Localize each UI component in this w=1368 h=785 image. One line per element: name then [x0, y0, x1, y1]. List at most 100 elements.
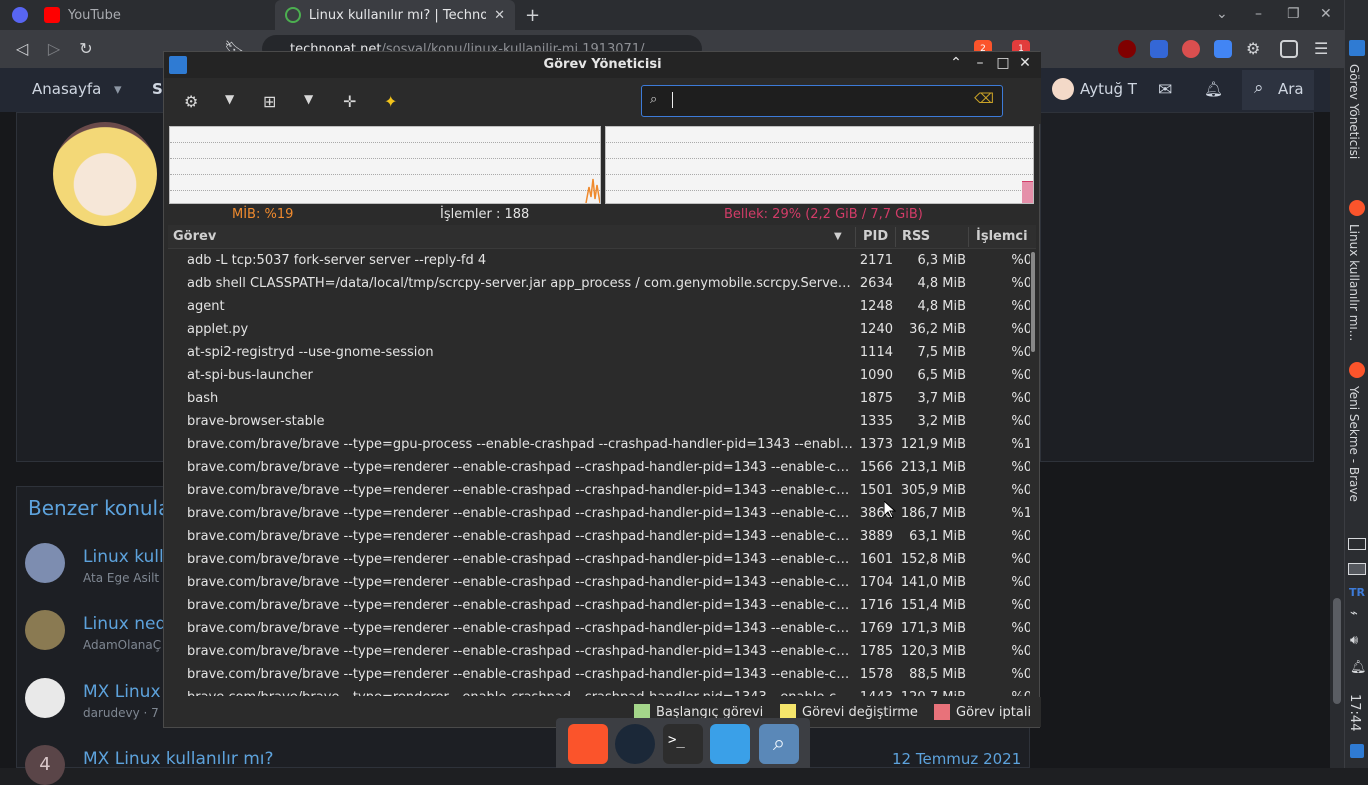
process-list-scrollbar[interactable]	[1031, 252, 1035, 352]
taskbar-window-linux[interactable]: Linux kullanılır mı...	[1347, 224, 1361, 341]
thread-avatar[interactable]: 4	[25, 745, 65, 785]
forward-icon[interactable]: ▷	[44, 39, 64, 59]
process-row[interactable]: brave.com/brave/brave --type=renderer --…	[168, 687, 1030, 696]
process-row[interactable]: brave.com/brave/brave --type=renderer --…	[168, 618, 1030, 641]
close-browser-button[interactable]: ✕	[1320, 6, 1332, 22]
tab-youtube[interactable]: YouTube	[34, 0, 274, 30]
column-separator[interactable]	[895, 227, 896, 247]
sort-descending-icon[interactable]: ▼	[834, 231, 842, 242]
steam-dock-icon[interactable]	[615, 724, 655, 764]
bitwarden-icon[interactable]	[1150, 40, 1168, 58]
thread-author[interactable]: AdamOlanaÇ	[83, 638, 161, 652]
nav-home-link[interactable]: Anasayfa	[32, 80, 101, 98]
close-window-icon[interactable]: ✕	[1017, 55, 1033, 71]
wallet-icon[interactable]	[1280, 40, 1298, 58]
maximize-window-icon[interactable]: □	[995, 55, 1011, 71]
thread-title-link[interactable]: Linux ned	[83, 614, 166, 634]
volume-icon[interactable]: 🔊︎	[1350, 633, 1358, 648]
nav-second-link[interactable]: S	[152, 80, 163, 98]
thread-avatar[interactable]	[25, 610, 65, 650]
process-row[interactable]: brave.com/brave/brave --type=renderer --…	[168, 595, 1030, 618]
column-pid[interactable]: PID	[863, 229, 888, 244]
process-row[interactable]: agent 1248 4,8 MiB %0	[168, 296, 1030, 319]
thread-title-link[interactable]: MX Linux kullanılır mı?	[83, 749, 274, 769]
thread-author[interactable]: darudevy · 7	[83, 706, 159, 720]
sparkle-icon[interactable]: ✦	[384, 92, 397, 111]
process-row[interactable]: brave.com/brave/brave --type=renderer --…	[168, 503, 1030, 526]
extension-glasses-icon[interactable]	[1182, 40, 1200, 58]
user-name-link[interactable]: Aytuğ T	[1080, 80, 1137, 98]
show-desktop-icon[interactable]	[1350, 744, 1364, 758]
reload-icon[interactable]: ↻	[76, 39, 96, 59]
column-cpu[interactable]: İşlemci	[976, 229, 1028, 244]
thread-avatar[interactable]	[25, 543, 65, 583]
tab-technopat[interactable]: Linux kullanılır mı? | Technop ✕	[275, 0, 515, 30]
network-icon[interactable]: ⌁	[1350, 606, 1358, 621]
shade-window-icon[interactable]: ⌃	[948, 55, 964, 71]
mail-icon[interactable]: ✉	[1158, 80, 1172, 100]
settings-dropdown-icon[interactable]: ▼	[225, 92, 234, 106]
process-search-input[interactable]: ⌕ ⌫	[641, 85, 1003, 117]
close-tab-icon[interactable]: ✕	[494, 8, 505, 23]
view-dropdown-icon[interactable]: ▼	[304, 92, 313, 106]
clear-search-icon[interactable]: ⌫	[974, 91, 994, 107]
notification-bell-icon[interactable]: 🔔︎	[1350, 660, 1367, 675]
select-window-crosshair-icon[interactable]: ✛	[343, 92, 356, 111]
task-manager-taskbar-icon[interactable]	[1349, 40, 1365, 56]
process-row[interactable]: brave.com/brave/brave --type=renderer --…	[168, 641, 1030, 664]
search-button[interactable]: ⌕ Ara	[1242, 70, 1314, 110]
bell-icon[interactable]: 🔔︎	[1204, 80, 1223, 98]
thread-title-link[interactable]: Linux kull	[83, 547, 164, 567]
nav-home-dropdown-icon[interactable]: ▾	[114, 80, 122, 98]
process-row[interactable]: brave.com/brave/brave --type=renderer --…	[168, 457, 1030, 480]
extensions-puzzle-icon[interactable]: ⚙	[1246, 40, 1264, 58]
process-row[interactable]: adb -L tcp:5037 fork-server server --rep…	[168, 250, 1030, 273]
task-manager-titlebar[interactable]: Görev Yöneticisi ⌃ – □ ✕	[164, 52, 1041, 78]
terminal-dock-icon[interactable]: >_	[663, 724, 703, 764]
brave-browser-dock-icon[interactable]	[568, 724, 608, 764]
process-row[interactable]: at-spi-bus-launcher 1090 6,5 MiB %0	[168, 365, 1030, 388]
workspace-2-icon[interactable]	[1348, 563, 1366, 575]
brave-taskbar-icon[interactable]	[1349, 362, 1365, 378]
column-task[interactable]: Görev	[173, 229, 216, 244]
column-separator[interactable]	[968, 227, 969, 247]
settings-gears-icon[interactable]: ⚙	[184, 92, 198, 111]
column-separator[interactable]	[855, 227, 856, 247]
thread-author[interactable]: Ata Ege Asilt	[83, 571, 159, 585]
process-row[interactable]: bash 1875 3,7 MiB %0	[168, 388, 1030, 411]
brave-taskbar-icon[interactable]	[1349, 200, 1365, 216]
clock[interactable]: 17:44	[1347, 694, 1362, 731]
minimize-window-icon[interactable]: –	[972, 55, 988, 71]
user-avatar[interactable]	[1052, 78, 1074, 100]
files-dock-icon[interactable]	[710, 724, 750, 764]
page-scrollbar-thumb[interactable]	[1333, 598, 1341, 704]
search-tool-dock-icon[interactable]: ⌕	[759, 724, 799, 764]
menu-icon[interactable]: ☰	[1314, 40, 1332, 58]
thread-avatar[interactable]	[25, 678, 65, 718]
taskbar-window-new-tab[interactable]: Yeni Sekme - Brave	[1347, 386, 1361, 502]
process-row[interactable]: brave-browser-stable 1335 3,2 MiB %0	[168, 411, 1030, 434]
back-icon[interactable]: ◁	[12, 39, 32, 59]
discord-pinned-tab-icon[interactable]	[12, 7, 28, 23]
ublock-icon[interactable]	[1118, 40, 1136, 58]
tab-list-chevron-icon[interactable]: ⌄	[1216, 6, 1228, 22]
workspace-1-icon[interactable]	[1348, 538, 1366, 550]
process-row[interactable]: brave.com/brave/brave --type=renderer --…	[168, 480, 1030, 503]
minimize-browser-button[interactable]: –	[1255, 6, 1262, 22]
keyboard-layout-indicator[interactable]: TR	[1349, 586, 1365, 599]
taskbar-window-task-manager[interactable]: Görev Yöneticisi	[1347, 64, 1361, 159]
process-row[interactable]: at-spi2-registryd --use-gnome-session 111…	[168, 342, 1030, 365]
process-row[interactable]: brave.com/brave/brave --type=gpu-process…	[168, 434, 1030, 457]
column-rss[interactable]: RSS	[902, 229, 930, 244]
process-row[interactable]: brave.com/brave/brave --type=renderer --…	[168, 526, 1030, 549]
new-tab-button[interactable]: +	[525, 5, 540, 26]
process-row[interactable]: brave.com/brave/brave --type=renderer --…	[168, 572, 1030, 595]
process-row[interactable]: brave.com/brave/brave --type=renderer --…	[168, 664, 1030, 687]
thread-title-link[interactable]: MX Linux	[83, 682, 161, 702]
process-row[interactable]: applet.py 1240 36,2 MiB %0	[168, 319, 1030, 342]
translate-icon[interactable]	[1214, 40, 1232, 58]
restore-browser-button[interactable]: ❐	[1287, 6, 1300, 22]
process-row[interactable]: adb shell CLASSPATH=/data/local/tmp/scrc…	[168, 273, 1030, 296]
view-options-icon[interactable]: ⊞	[263, 92, 276, 111]
process-row[interactable]: brave.com/brave/brave --type=renderer --…	[168, 549, 1030, 572]
